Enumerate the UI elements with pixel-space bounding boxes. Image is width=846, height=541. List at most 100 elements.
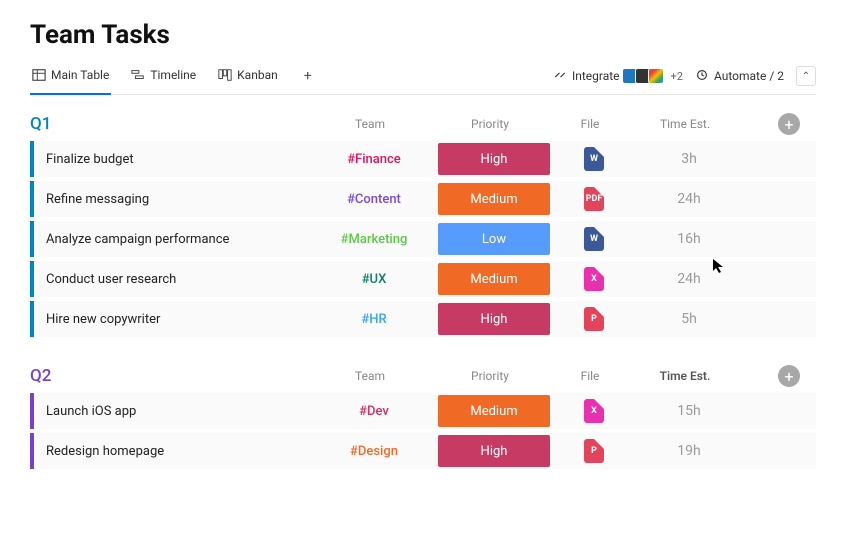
tab-kanban[interactable]: Kanban bbox=[216, 64, 280, 88]
table-row[interactable]: Launch iOS app#DevMedium X 15h bbox=[30, 393, 816, 429]
table-row[interactable]: Conduct user research#UXMedium X 24h bbox=[30, 261, 816, 297]
file-icon: W bbox=[584, 227, 604, 251]
file-cell[interactable]: PDF bbox=[554, 181, 634, 217]
time-est-cell[interactable]: 5h bbox=[634, 301, 744, 337]
timeline-icon bbox=[131, 68, 145, 82]
group-name[interactable]: Q1 bbox=[30, 114, 310, 134]
column-header-file[interactable]: File bbox=[550, 369, 630, 383]
priority-cell[interactable]: High bbox=[434, 301, 554, 337]
file-cell[interactable]: X bbox=[554, 393, 634, 429]
integrate-button[interactable]: Integrate +2 bbox=[553, 68, 683, 85]
priority-cell[interactable]: Low bbox=[434, 221, 554, 257]
file-cell[interactable]: P bbox=[554, 301, 634, 337]
team-cell[interactable]: #UX bbox=[314, 261, 434, 297]
page-title: Team Tasks bbox=[30, 20, 816, 50]
time-est-cell[interactable]: 19h bbox=[634, 433, 744, 469]
column-header-file[interactable]: File bbox=[550, 117, 630, 131]
file-icon: P bbox=[584, 307, 604, 331]
right-tools: Integrate +2 Automate / 2 ⌃ bbox=[553, 66, 816, 86]
table-row[interactable]: Analyze campaign performance#MarketingLo… bbox=[30, 221, 816, 257]
team-cell[interactable]: #Finance bbox=[314, 141, 434, 177]
priority-cell[interactable]: Medium bbox=[434, 261, 554, 297]
plus-icon: + bbox=[784, 115, 793, 134]
column-header-priority[interactable]: Priority bbox=[430, 369, 550, 383]
task-name-cell[interactable]: Analyze campaign performance bbox=[34, 221, 314, 257]
task-name-cell[interactable]: Hire new copywriter bbox=[34, 301, 314, 337]
integration-badges bbox=[625, 68, 664, 84]
team-cell[interactable]: #Content bbox=[314, 181, 434, 217]
file-icon: X bbox=[584, 399, 604, 423]
integration-extra-count: +2 bbox=[671, 70, 683, 83]
file-cell[interactable]: P bbox=[554, 433, 634, 469]
file-cell[interactable]: X bbox=[554, 261, 634, 297]
team-cell[interactable]: #Marketing bbox=[314, 221, 434, 257]
file-cell[interactable]: W bbox=[554, 141, 634, 177]
tab-timeline[interactable]: Timeline bbox=[129, 64, 198, 88]
group-name[interactable]: Q2 bbox=[30, 366, 310, 386]
time-est-cell[interactable]: 16h bbox=[634, 221, 744, 257]
task-name-cell[interactable]: Redesign homepage bbox=[34, 433, 314, 469]
row-end-cell bbox=[744, 433, 804, 469]
add-row-button[interactable]: + bbox=[778, 113, 800, 135]
task-name-cell[interactable]: Conduct user research bbox=[34, 261, 314, 297]
integration-badge-icon bbox=[648, 68, 664, 84]
column-header-time-est[interactable]: Time Est. bbox=[630, 369, 740, 383]
add-view-button[interactable]: + bbox=[298, 66, 318, 86]
priority-cell[interactable]: High bbox=[434, 141, 554, 177]
group-rows: Launch iOS app#DevMedium X 15h Redesign hom… bbox=[30, 393, 816, 469]
table-row[interactable]: Redesign homepage#DesignHigh P 19h bbox=[30, 433, 816, 469]
task-name-cell[interactable]: Finalize budget bbox=[34, 141, 314, 177]
file-icon: W bbox=[584, 147, 604, 171]
task-name-cell[interactable]: Refine messaging bbox=[34, 181, 314, 217]
collapse-button[interactable]: ⌃ bbox=[796, 66, 816, 86]
team-cell[interactable]: #Design bbox=[314, 433, 434, 469]
column-header-team[interactable]: Team bbox=[310, 369, 430, 383]
task-name-cell[interactable]: Launch iOS app bbox=[34, 393, 314, 429]
automate-icon bbox=[695, 68, 709, 85]
view-tabs: Main Table Timeline Kanban + bbox=[30, 64, 318, 88]
chevron-up-icon: ⌃ bbox=[802, 71, 810, 82]
table-icon bbox=[32, 68, 46, 82]
priority-pill: High bbox=[438, 435, 550, 467]
priority-pill: Low bbox=[438, 223, 550, 255]
add-row-button[interactable]: + bbox=[778, 365, 800, 387]
tab-label: Main Table bbox=[51, 68, 109, 82]
group: Q1TeamPriorityFileTime Est. + Finalize bud… bbox=[30, 109, 816, 337]
group: Q2TeamPriorityFileTime Est. + Launch iOS a… bbox=[30, 361, 816, 469]
group-header: Q2TeamPriorityFileTime Est. + bbox=[30, 361, 816, 393]
time-est-cell[interactable]: 15h bbox=[634, 393, 744, 429]
priority-cell[interactable]: Medium bbox=[434, 393, 554, 429]
priority-cell[interactable]: High bbox=[434, 433, 554, 469]
tab-label: Timeline bbox=[150, 68, 196, 82]
row-end-cell bbox=[744, 261, 804, 297]
tab-main-table[interactable]: Main Table bbox=[30, 64, 111, 88]
table-row[interactable]: Finalize budget#FinanceHigh W 3h bbox=[30, 141, 816, 177]
time-est-cell[interactable]: 3h bbox=[634, 141, 744, 177]
team-cell[interactable]: #Dev bbox=[314, 393, 434, 429]
file-cell[interactable]: W bbox=[554, 221, 634, 257]
plus-icon: + bbox=[784, 367, 793, 386]
group-header: Q1TeamPriorityFileTime Est. + bbox=[30, 109, 816, 141]
tab-label: Kanban bbox=[237, 68, 278, 82]
automate-label: Automate / 2 bbox=[714, 69, 784, 83]
row-end-cell bbox=[744, 221, 804, 257]
team-cell[interactable]: #HR bbox=[314, 301, 434, 337]
column-header-time-est[interactable]: Time Est. bbox=[630, 117, 740, 131]
file-icon: X bbox=[584, 267, 604, 291]
integrate-label: Integrate bbox=[572, 69, 620, 83]
row-end-cell bbox=[744, 393, 804, 429]
priority-cell[interactable]: Medium bbox=[434, 181, 554, 217]
time-est-cell[interactable]: 24h bbox=[634, 181, 744, 217]
priority-pill: High bbox=[438, 143, 550, 175]
table-row[interactable]: Hire new copywriter#HRHigh P 5h bbox=[30, 301, 816, 337]
priority-pill: Medium bbox=[438, 263, 550, 295]
file-icon: P bbox=[584, 439, 604, 463]
priority-pill: Medium bbox=[438, 183, 550, 215]
table-row[interactable]: Refine messaging#ContentMediumPDF24h bbox=[30, 181, 816, 217]
time-est-cell[interactable]: 24h bbox=[634, 261, 744, 297]
automate-button[interactable]: Automate / 2 bbox=[695, 68, 784, 85]
column-header-priority[interactable]: Priority bbox=[430, 117, 550, 131]
group-rows: Finalize budget#FinanceHighW3hRefine mes… bbox=[30, 141, 816, 337]
kanban-icon bbox=[218, 68, 232, 82]
column-header-team[interactable]: Team bbox=[310, 117, 430, 131]
